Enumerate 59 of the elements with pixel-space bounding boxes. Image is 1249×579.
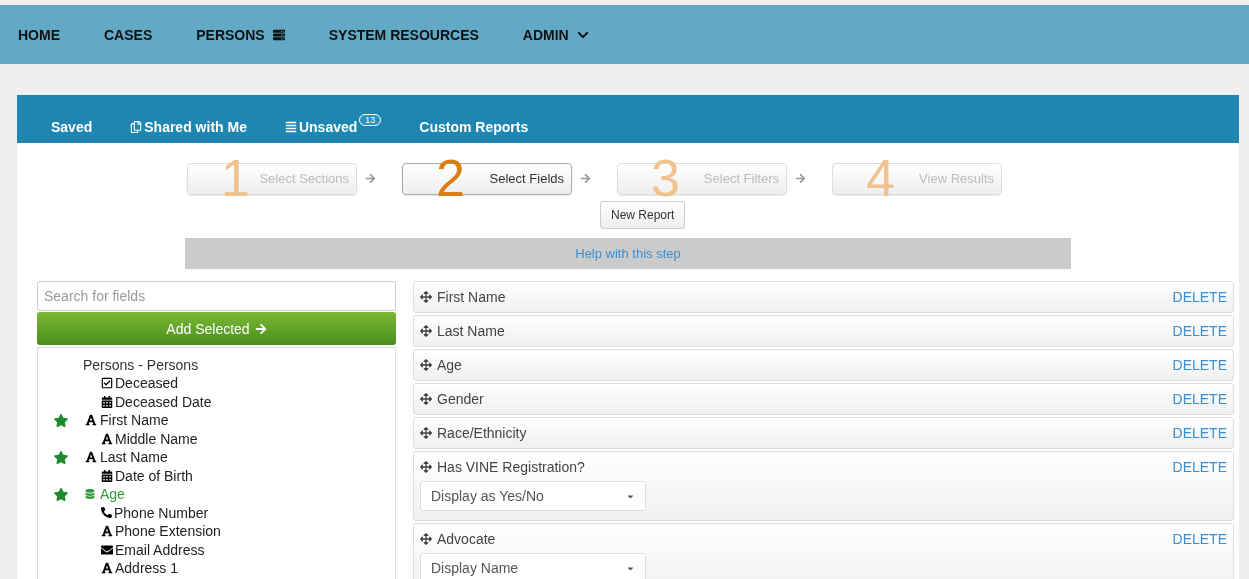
arrow-right-icon <box>580 172 591 184</box>
field-label: Advocate <box>437 531 496 547</box>
envelope-icon <box>101 543 113 556</box>
tree-item[interactable]: First Name <box>100 412 169 429</box>
font-icon <box>85 414 97 427</box>
field-label: Gender <box>437 391 484 407</box>
tree-item[interactable]: Date of Birth <box>115 467 193 484</box>
report-tab[interactable]: Shared with Me <box>130 119 247 135</box>
move-icon[interactable] <box>420 359 432 371</box>
arrow-right-icon <box>365 172 376 184</box>
move-icon[interactable] <box>420 533 432 545</box>
tree-item[interactable]: Last Name <box>100 449 168 466</box>
tree-item[interactable]: Phone Extension <box>115 523 221 540</box>
font-icon <box>101 525 113 538</box>
nav-link[interactable]: CASES <box>104 26 153 43</box>
lines-icon <box>284 121 297 133</box>
field-label: Age <box>437 357 462 373</box>
search-field[interactable]: Search for fields <box>37 281 396 311</box>
field-label: Race/Ethnicity <box>437 425 527 441</box>
arrow-right-icon <box>795 172 806 184</box>
display-select[interactable]: Display as Yes/No <box>420 481 646 511</box>
report-tab[interactable]: Saved <box>51 119 93 135</box>
font-icon <box>85 451 97 464</box>
calendar-icon <box>101 395 113 408</box>
report-tab[interactable]: Custom Reports <box>419 119 529 135</box>
step-button[interactable]: 2 Select Fields <box>402 155 572 201</box>
nav-link[interactable]: PERSONS <box>196 26 285 43</box>
font-icon <box>101 562 113 575</box>
move-icon[interactable] <box>420 325 432 337</box>
nav-link[interactable]: ADMIN <box>522 26 589 43</box>
nav-link[interactable]: HOME <box>18 26 60 43</box>
tree-item[interactable]: Deceased Date <box>115 393 212 410</box>
count-badge: 13 <box>359 114 382 126</box>
list-icon <box>272 28 285 41</box>
move-icon[interactable] <box>420 291 432 303</box>
tree-item[interactable]: Deceased <box>115 375 179 392</box>
move-icon[interactable] <box>420 393 432 405</box>
new-report-button[interactable]: New Report <box>600 201 686 229</box>
calendar-icon <box>101 469 113 482</box>
tree-item[interactable]: Address 1 <box>115 560 179 577</box>
database-icon <box>85 489 95 500</box>
tree-item[interactable]: Middle Name <box>115 430 198 447</box>
report-tab[interactable]: Unsaved <box>284 119 358 135</box>
checkbox-icon <box>101 377 113 390</box>
copy-icon <box>130 121 143 133</box>
tree-section-title: Persons - Persons <box>83 356 200 374</box>
field-label: First Name <box>437 289 506 305</box>
tree-item[interactable]: Age <box>100 486 125 503</box>
display-select[interactable]: Display Name <box>420 553 646 579</box>
move-icon[interactable] <box>420 427 432 439</box>
tree-item[interactable]: Phone Number <box>114 504 209 521</box>
field-label: Last Name <box>437 323 505 339</box>
phone-icon <box>101 507 112 519</box>
arrow-right-icon <box>254 322 267 335</box>
nav-link[interactable]: SYSTEM RESOURCES <box>328 26 479 43</box>
move-icon[interactable] <box>420 461 432 473</box>
field-label: Has VINE Registration? <box>437 459 585 475</box>
tree-item[interactable]: Email Address <box>115 541 205 558</box>
font-icon <box>101 432 113 445</box>
